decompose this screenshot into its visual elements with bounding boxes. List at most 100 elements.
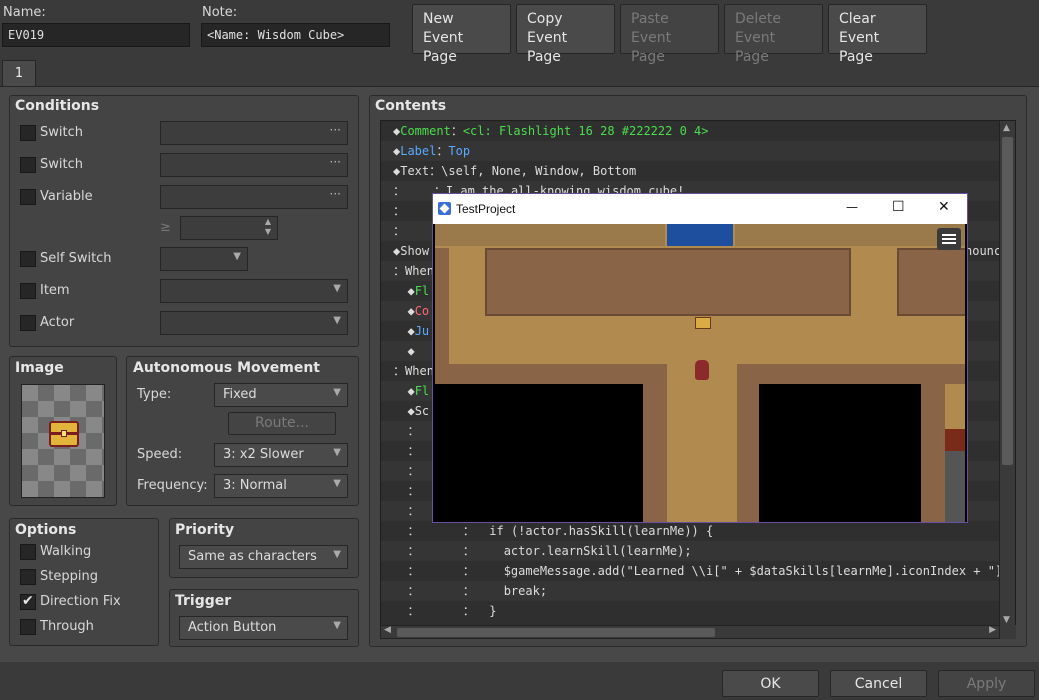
command-prefix: ： <box>393 364 406 378</box>
command-line[interactable]: ◆Text：\self, None, Window, Bottom <box>381 161 1015 181</box>
vertical-scroll-thumb[interactable] <box>1002 137 1013 465</box>
scroll-up-icon[interactable]: ▲ <box>1003 123 1010 133</box>
command-prefix: ◆ <box>393 284 415 298</box>
command-text: Top <box>448 144 471 158</box>
name-field[interactable]: EV019 <box>2 23 190 47</box>
maximize-icon[interactable]: ☐ <box>892 199 905 215</box>
speed-label: Speed: <box>137 447 183 462</box>
switch2-checkbox[interactable] <box>20 157 36 173</box>
command-line[interactable]: ： ： break; <box>381 581 1015 601</box>
command-separator: ： <box>429 164 442 178</box>
command-separator: ： <box>436 144 449 158</box>
actor-dropdown[interactable]: ▼ <box>160 311 348 335</box>
trigger-value: Action Button <box>188 620 277 635</box>
delete-event-page-button[interactable]: Delete Event Page <box>724 4 823 65</box>
variable-value-spinner[interactable]: ▲ ▼ <box>180 216 278 240</box>
autonomous-movement-title: Autonomous Movement <box>133 360 320 376</box>
command-line[interactable]: ： ： } <box>381 601 1015 621</box>
ok-button[interactable]: OK <box>722 670 819 697</box>
command-separator: ： <box>450 124 463 138</box>
priority-dropdown[interactable]: Same as characters ▼ <box>179 545 348 569</box>
self-switch-dropdown[interactable]: ▼ <box>160 247 248 271</box>
clear-event-page-button[interactable]: Clear Event Page <box>828 4 927 65</box>
game-window-title: TestProject <box>456 202 516 216</box>
command-line[interactable]: ： ： $gameMessage.add("Learned \\i[" + $d… <box>381 561 1015 581</box>
chevron-down-icon: ▼ <box>333 387 341 398</box>
through-checkbox[interactable] <box>20 619 36 635</box>
game-window-titlebar[interactable]: TestProject — ☐ ✕ <box>433 194 967 224</box>
vertical-scrollbar[interactable]: ▲ ▼ <box>999 121 1015 625</box>
command-name: When <box>405 264 434 278</box>
tab-page-1[interactable]: 1 <box>2 60 36 87</box>
speed-value: 3: x2 Slower <box>223 447 304 462</box>
switch1-selector[interactable]: ··· <box>160 121 348 145</box>
menu-button[interactable] <box>937 228 961 250</box>
rock-wall <box>485 248 851 316</box>
scroll-corner <box>1000 625 1016 639</box>
ellipsis-icon: ··· <box>329 123 341 137</box>
command-prefix: ： <box>393 524 420 538</box>
cancel-button[interactable]: Cancel <box>830 670 927 697</box>
ge-symbol: ≥ <box>160 220 171 235</box>
game-window[interactable]: TestProject — ☐ ✕ <box>432 193 968 523</box>
stepping-checkbox[interactable] <box>20 569 36 585</box>
switch1-label: Switch <box>40 125 83 140</box>
scroll-right-icon[interactable]: ▶ <box>989 625 996 635</box>
item-checkbox[interactable] <box>20 283 36 299</box>
command-line[interactable]: ◆Label：Top <box>381 141 1015 161</box>
speed-dropdown[interactable]: 3: x2 Slower ▼ <box>214 443 348 467</box>
command-text: <cl: Flashlight 16 28 #222222 0 4> <box>462 124 709 138</box>
variable-selector[interactable]: ··· <box>160 185 348 209</box>
trigger-dropdown[interactable]: Action Button ▼ <box>179 616 348 640</box>
actor-checkbox[interactable] <box>20 315 36 331</box>
command-text: \self, None, Window, Bottom <box>441 164 637 178</box>
chevron-down-icon: ▼ <box>333 620 341 631</box>
command-prefix: ： <box>393 584 420 598</box>
note-field[interactable]: <Name: Wisdom Cube> <box>201 23 390 47</box>
scroll-left-icon[interactable]: ◀ <box>384 625 391 635</box>
item-dropdown[interactable]: ▼ <box>160 279 348 303</box>
command-name: Label <box>400 144 437 158</box>
variable-label: Variable <box>40 189 93 204</box>
self-switch-checkbox[interactable] <box>20 251 36 267</box>
walking-checkbox[interactable] <box>20 544 36 560</box>
command-name: When <box>405 364 434 378</box>
close-icon[interactable]: ✕ <box>938 199 950 215</box>
treasure-chest-icon <box>49 421 79 447</box>
switch1-checkbox[interactable] <box>20 125 36 141</box>
switch2-selector[interactable]: ··· <box>160 153 348 177</box>
horizontal-scroll-thumb[interactable] <box>397 628 715 637</box>
minimize-icon[interactable]: — <box>846 200 858 214</box>
game-map-view[interactable] <box>435 224 965 522</box>
command-prefix: ： <box>393 444 420 458</box>
type-dropdown[interactable]: Fixed ▼ <box>214 383 348 407</box>
command-name: Comment <box>400 124 451 138</box>
horizontal-scrollbar[interactable]: ◀ ▶ <box>380 625 1000 639</box>
conditions-title: Conditions <box>15 98 100 114</box>
command-line[interactable]: ： ： actor.learnSkill(learnMe); <box>381 541 1015 561</box>
command-line[interactable]: ◆Comment：<cl: Flashlight 16 28 #222222 0… <box>381 121 1015 141</box>
command-name: Fl <box>414 284 430 298</box>
chevron-down-icon: ▼ <box>233 251 241 262</box>
route-button[interactable]: Route... <box>228 412 336 435</box>
command-text: $gameMessage.add("Learned \\i[" + $dataS… <box>503 564 1010 578</box>
command-separator: ： <box>419 544 504 558</box>
command-prefix: ： <box>393 604 420 618</box>
command-separator: ： <box>419 564 504 578</box>
command-prefix: ◆ <box>393 324 415 338</box>
direction-fix-checkbox[interactable] <box>20 593 36 610</box>
event-image-preview[interactable] <box>21 384 105 498</box>
apply-button[interactable]: Apply <box>938 670 1035 697</box>
copy-event-page-button[interactable]: Copy Event Page <box>516 4 615 65</box>
command-line[interactable]: ： ： if (!actor.hasSkill(learnMe)) { <box>381 521 1015 541</box>
command-separator: ： <box>419 524 490 538</box>
new-event-page-button[interactable]: New Event Page <box>412 4 511 65</box>
variable-checkbox[interactable] <box>20 189 36 205</box>
paste-event-page-button[interactable]: Paste Event Page <box>620 4 719 65</box>
priority-value: Same as characters <box>188 549 317 564</box>
command-prefix: ◆ <box>393 344 415 358</box>
scroll-down-icon[interactable]: ▼ <box>1003 615 1010 625</box>
image-title: Image <box>15 360 64 376</box>
command-prefix: ： <box>393 504 420 518</box>
frequency-dropdown[interactable]: 3: Normal ▼ <box>214 474 348 498</box>
